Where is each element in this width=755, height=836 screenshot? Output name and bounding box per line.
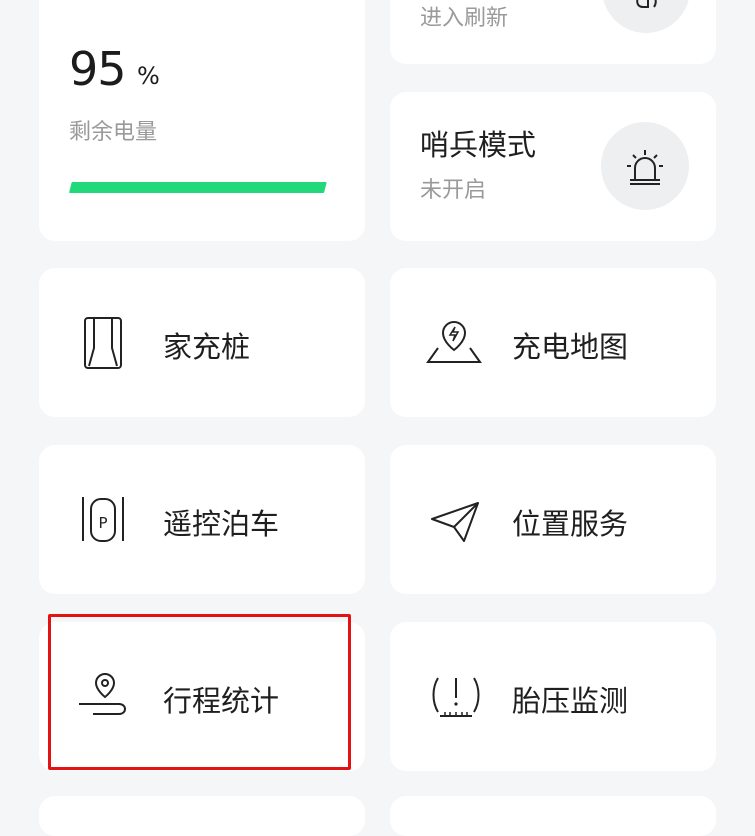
- sentry-mode-card[interactable]: 哨兵模式 未开启: [390, 92, 716, 241]
- svg-text:P: P: [98, 514, 107, 532]
- next-row-card-left[interactable]: [39, 796, 365, 836]
- battery-progress-bar: [69, 182, 337, 193]
- battery-card[interactable]: 95 % 剩余电量: [39, 0, 365, 241]
- refresh-subtitle: 进入刷新: [420, 6, 509, 31]
- battery-label: 剩余电量: [69, 120, 158, 145]
- remote-parking-icon: P: [82, 497, 124, 542]
- tire-pressure-icon: [432, 677, 480, 717]
- refresh-card[interactable]: 进入刷新: [390, 0, 716, 64]
- charging-map-tile[interactable]: 充电地图: [390, 268, 716, 417]
- sentry-mode-title: 哨兵模式: [420, 128, 537, 162]
- charging-map-label: 充电地图: [512, 330, 629, 364]
- siren-icon: [627, 150, 663, 185]
- battery-unit: %: [137, 62, 160, 90]
- next-row-card-right[interactable]: [390, 796, 716, 836]
- sentry-icon-circle: [601, 122, 689, 210]
- home-charger-label: 家充桩: [163, 330, 251, 364]
- remote-parking-tile[interactable]: P 遥控泊车: [39, 445, 365, 594]
- remote-parking-label: 遥控泊车: [163, 507, 280, 541]
- battery-progress-fill: [69, 182, 327, 193]
- location-service-label: 位置服务: [512, 507, 629, 541]
- location-service-tile[interactable]: 位置服务: [390, 445, 716, 594]
- tire-pressure-label: 胎压监测: [512, 684, 629, 718]
- refresh-icon: [636, 0, 657, 8]
- home-charger-tile[interactable]: 家充桩: [39, 268, 365, 417]
- battery-value: 95: [69, 42, 127, 96]
- home-charger-icon: [84, 317, 122, 369]
- sentry-mode-status: 未开启: [420, 178, 487, 203]
- selection-highlight: [48, 614, 351, 770]
- refresh-icon-circle: [602, 0, 690, 33]
- send-location-icon: [431, 502, 479, 542]
- charging-map-icon: [426, 320, 482, 363]
- tire-pressure-tile[interactable]: 胎压监测: [390, 622, 716, 771]
